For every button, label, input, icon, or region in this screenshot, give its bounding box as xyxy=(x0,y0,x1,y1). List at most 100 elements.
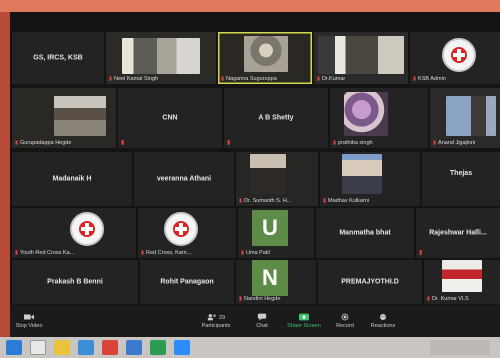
windows-start-icon[interactable] xyxy=(6,340,22,355)
browser-icon[interactable] xyxy=(78,340,94,355)
participant-tile[interactable]: ▮ Youth Red Cross Ka... xyxy=(12,208,136,258)
participant-tile[interactable]: Madanaik H xyxy=(12,152,132,206)
reactions-icon xyxy=(380,314,386,320)
red-cross-logo-icon xyxy=(70,212,104,246)
left-wall-strip xyxy=(0,12,10,337)
microphone-muted-icon: ▮ xyxy=(419,250,423,256)
participant-video xyxy=(244,36,288,72)
folder-icon[interactable] xyxy=(54,340,70,355)
participant-tile[interactable]: Rajeshwar Halli... ▮ xyxy=(416,208,500,258)
microphone-muted-icon: ▮ xyxy=(433,140,437,146)
participant-caption: ▮ Uma Patil xyxy=(241,250,270,256)
participant-tile[interactable]: ▮ Gurupadappa Hegde xyxy=(12,88,116,148)
participant-tile[interactable]: Prakash B Benni xyxy=(12,260,138,304)
participant-caption: ▮ Nandini Hegde xyxy=(239,296,281,302)
participant-tile[interactable]: ▮ Dr.Kumar xyxy=(314,32,408,84)
red-cross-logo-icon xyxy=(442,38,476,72)
microphone-muted-icon: ▮ xyxy=(227,140,231,146)
participant-tile[interactable]: U ▮ Uma Patil xyxy=(238,208,314,258)
participant-tile[interactable]: ▮ KSB Admin xyxy=(410,32,500,84)
share-screen-icon xyxy=(299,313,309,321)
share-screen-button[interactable]: Share Screen xyxy=(286,305,322,337)
participants-button[interactable]: 29 Participants xyxy=(196,305,236,337)
record-label: Record xyxy=(336,323,354,329)
participant-name: A B Shetty xyxy=(258,114,294,122)
participant-name: Rohit Panagaon xyxy=(160,278,214,286)
participant-video xyxy=(344,92,388,136)
participant-tile[interactable]: N ▮ Nandini Hegde xyxy=(236,260,316,304)
record-icon xyxy=(341,313,349,321)
participant-tile[interactable]: CNN ▮ xyxy=(118,88,222,148)
zoom-taskbar-icon[interactable] xyxy=(174,340,190,355)
participant-avatar: U xyxy=(252,210,288,246)
participant-name: Thejas xyxy=(449,170,473,177)
taskbar-app-icon[interactable] xyxy=(150,340,166,355)
participant-caption: ▮ Gurupadappa Hegde xyxy=(15,140,72,146)
microphone-muted-icon: ▮ xyxy=(239,296,243,302)
microphone-muted-icon: ▮ xyxy=(221,76,225,82)
participant-tile[interactable]: ▮ Madhav Kulkarni xyxy=(320,152,420,206)
participant-video xyxy=(250,154,286,194)
participant-caption: ▮ Youth Red Cross Ka... xyxy=(15,250,75,256)
microphone-muted-icon: ▮ xyxy=(239,198,243,204)
participant-name: PREMAJYOTHI.D xyxy=(341,278,399,286)
participant-tile[interactable]: ▮ Red Cross, Karn... xyxy=(138,208,236,258)
camera-icon xyxy=(24,314,34,320)
participant-name: veeranna Athani xyxy=(156,175,212,183)
microphone-muted-icon: ▮ xyxy=(317,76,321,82)
participant-video xyxy=(442,260,482,292)
microphone-muted-icon: ▮ xyxy=(15,250,19,256)
participant-tile[interactable]: A B Shetty ▮ xyxy=(224,88,328,148)
participant-video xyxy=(446,96,496,136)
taskbar-app-icon[interactable] xyxy=(102,340,118,355)
meeting-controls-bar: Stop Video 29 Participants Chat Share Sc… xyxy=(10,305,500,337)
participant-name: Madanaik H xyxy=(52,175,92,183)
participant-tile[interactable]: ▮ Anand Jigajinni xyxy=(430,88,500,148)
stop-video-button[interactable]: Stop Video xyxy=(14,305,44,337)
participant-caption: ▮ Dr. Kumar VLS xyxy=(427,296,469,302)
participant-name: Rajeshwar Halli... xyxy=(429,229,487,237)
taskbar-app-icon[interactable] xyxy=(126,340,142,355)
participant-name: Prakash B Benni xyxy=(47,278,103,286)
search-icon[interactable] xyxy=(30,340,46,355)
record-button[interactable]: Record xyxy=(332,305,358,337)
participant-tile[interactable]: Rohit Panagaon xyxy=(140,260,234,304)
participant-name: Manmatha bhat xyxy=(339,229,391,237)
participants-label: Participants xyxy=(201,323,231,329)
participants-icon-row: 29 xyxy=(207,313,225,323)
microphone-muted-icon: ▮ xyxy=(15,140,19,146)
participant-caption: ▮ prathiba singh xyxy=(333,140,373,146)
participant-caption: ▮ KSB Admin xyxy=(413,76,446,82)
participant-tile[interactable]: ▮ Dr. Sumanth S. H... xyxy=(236,152,318,206)
participant-name: GS, IRCS, KSB xyxy=(33,54,83,62)
windows-taskbar xyxy=(0,337,500,358)
participant-tile[interactable]: Thejas xyxy=(422,152,500,206)
reactions-button[interactable]: Reactions xyxy=(368,305,398,337)
microphone-muted-icon: ▮ xyxy=(141,250,145,256)
participant-tile[interactable]: ▮ Dr. Kumar VLS xyxy=(424,260,500,304)
participant-caption: ▮ Madhav Kulkarni xyxy=(323,198,369,204)
participants-count: 29 xyxy=(218,315,226,321)
red-cross-logo-icon xyxy=(164,212,198,246)
participant-tile[interactable]: veeranna Athani xyxy=(134,152,234,206)
participant-tile[interactable]: ▮ Neel Kamal Singh xyxy=(106,32,216,84)
participant-name: CNN xyxy=(162,114,178,122)
participant-tile[interactable]: PREMAJYOTHI.D xyxy=(318,260,422,304)
participant-video xyxy=(54,96,106,136)
participant-video xyxy=(318,36,404,74)
microphone-muted-icon: ▮ xyxy=(241,250,245,256)
participant-tile[interactable]: Manmatha bhat xyxy=(316,208,414,258)
system-tray xyxy=(430,340,490,355)
microphone-muted-icon: ▮ xyxy=(109,76,113,82)
stop-video-label: Stop Video xyxy=(15,323,43,329)
chat-button[interactable]: Chat xyxy=(250,305,274,337)
participant-caption: ▮ Dr. Sumanth S. H... xyxy=(239,198,292,204)
participant-video xyxy=(342,154,382,194)
chat-icon xyxy=(257,313,267,321)
participant-caption: ▮ Anand Jigajinni xyxy=(433,140,476,146)
reactions-label: Reactions xyxy=(370,323,396,329)
participant-tile[interactable]: ▮ prathiba singh xyxy=(330,88,428,148)
participant-tile[interactable]: GS, IRCS, KSB xyxy=(12,32,104,84)
participant-tile-active-speaker[interactable]: ▮ Naganna Suguruppa xyxy=(218,32,312,84)
share-screen-label: Share Screen xyxy=(287,323,321,329)
